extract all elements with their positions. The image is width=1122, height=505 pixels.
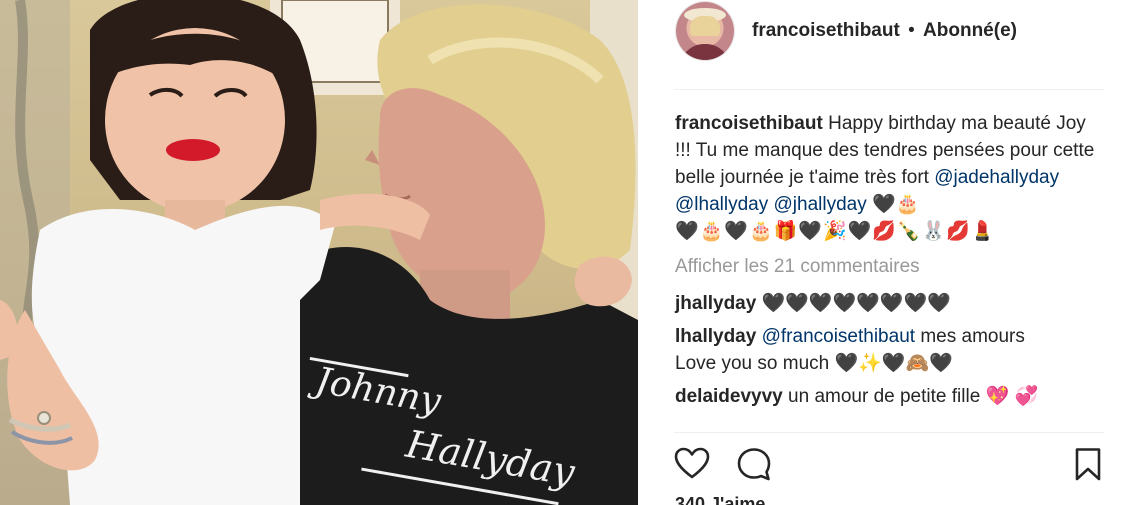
bookmark-icon[interactable] xyxy=(1070,446,1106,482)
comment-username[interactable]: jhallyday xyxy=(675,293,756,314)
caption-mention[interactable]: @lhallyday xyxy=(675,194,768,215)
header-divider xyxy=(674,89,1104,90)
action-bar xyxy=(674,446,1104,486)
comment-item: lhallyday @francoisethibaut mes amours L… xyxy=(675,323,1103,377)
comment-text: mes amours xyxy=(920,326,1025,347)
post-side-panel: francoisethibaut • Abonné(e) francoiseth… xyxy=(638,0,1122,505)
author-username[interactable]: francoisethibaut xyxy=(752,20,900,41)
comment-username[interactable]: delaidevyvy xyxy=(675,386,783,407)
comment-item: delaidevyvy un amour de petite fille 💖 💞 xyxy=(675,383,1103,410)
comment-username[interactable]: lhallyday xyxy=(675,326,756,347)
caption-mention[interactable]: @jhallyday xyxy=(774,194,867,215)
caption-emoji-line: 🖤🎂🖤🎂🎁🖤🎉🖤💋🍾🐰💋💄 xyxy=(675,221,996,242)
caption-username[interactable]: francoisethibaut xyxy=(675,113,823,134)
likes-count[interactable]: 340 J'aime xyxy=(675,494,765,505)
caption-mention[interactable]: @jadehallyday xyxy=(934,167,1059,188)
comments-section: francoisethibaut Happy birthday ma beaut… xyxy=(675,110,1103,416)
follow-status-button[interactable]: Abonné(e) xyxy=(923,20,1017,41)
post-header: francoisethibaut • Abonné(e) xyxy=(676,2,1017,60)
photo-illustration: Johnny Hallyday xyxy=(0,0,638,505)
comment-item: jhallyday 🖤🖤🖤🖤🖤🖤🖤🖤 xyxy=(675,290,1103,317)
girl-lips xyxy=(166,139,220,161)
header-separator: • xyxy=(908,20,915,41)
post-caption: francoisethibaut Happy birthday ma beaut… xyxy=(675,110,1103,245)
header-text: francoisethibaut • Abonné(e) xyxy=(752,20,1017,42)
comment-text-line2: Love you so much 🖤✨🖤🙈🖤 xyxy=(675,353,953,374)
caption-emoji-tail: 🖤🎂 xyxy=(872,194,920,215)
comment-bubble-icon[interactable] xyxy=(736,446,772,482)
avatar[interactable] xyxy=(676,2,734,60)
heart-icon[interactable] xyxy=(674,446,710,482)
post-photo[interactable]: Johnny Hallyday xyxy=(0,0,638,505)
view-all-comments-link[interactable]: Afficher les 21 commentaires xyxy=(675,253,1103,280)
comment-text: 🖤🖤🖤🖤🖤🖤🖤🖤 xyxy=(761,293,951,314)
actions-divider xyxy=(674,432,1104,433)
comment-text: un amour de petite fille 💖 💞 xyxy=(788,386,1039,407)
comment-mention[interactable]: @francoisethibaut xyxy=(762,326,915,347)
